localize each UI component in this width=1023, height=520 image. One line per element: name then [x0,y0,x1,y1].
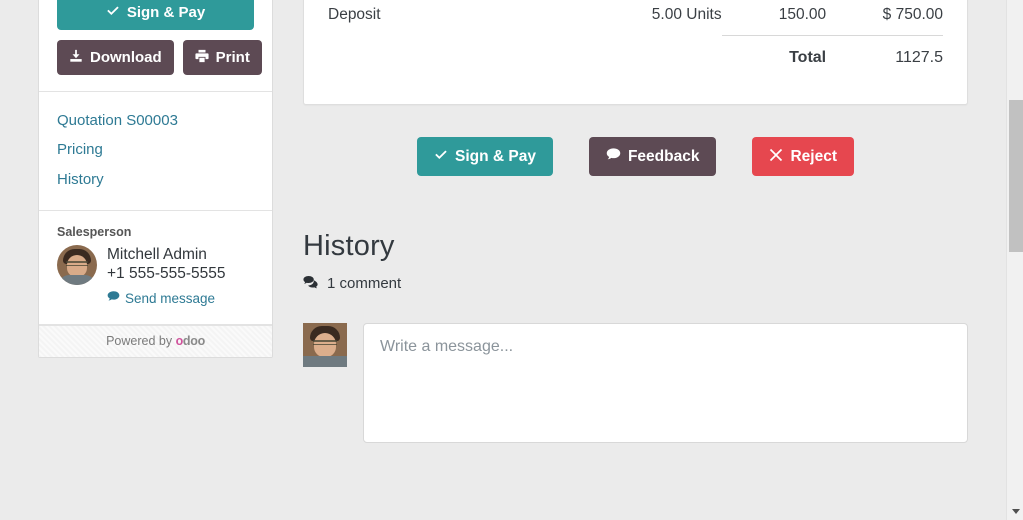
scrollbar-thumb[interactable] [1009,100,1023,252]
print-button[interactable]: Print [182,40,262,75]
order-lines-card: Virtual Interior Design 10.00 Hours 30.7… [303,0,968,105]
salesperson-avatar [57,244,97,285]
table-row: Deposit 5.00 Units 150.00 $ 750.00 [328,0,943,36]
avatar [303,322,347,367]
comment-count: 1 comment [303,275,968,293]
line-amount: $ 750.00 [826,0,943,36]
feedback-label: Feedback [627,147,700,165]
chat-bubble-icon [107,290,120,306]
total-label: Total [721,35,827,78]
send-message-label: Send message [125,290,216,306]
order-actions: Sign & Pay Feedback Reject [303,137,968,176]
message-input[interactable] [363,322,968,443]
powered-by-odoo[interactable]: Powered by odoo [39,325,272,358]
reject-button[interactable]: Reject [752,137,854,176]
close-icon [769,148,783,166]
powered-by-text: Powered by [106,334,173,349]
order-total-row: Total 1127.5 [328,35,943,78]
order-lines-table: Virtual Interior Design 10.00 Hours 30.7… [328,0,943,78]
odoo-logo-first-letter: o [175,334,184,349]
page-title: History [303,229,395,262]
comment-count-label: 1 comment [327,275,402,292]
print-label: Print [215,49,250,66]
sidebar-item-pricing[interactable]: Pricing [57,135,254,164]
send-message-link[interactable]: Send message [107,290,215,306]
line-name: Deposit [328,0,593,36]
salesperson-details: Mitchell Admin +1 555-555-5555 Send mess… [107,245,226,308]
main-column: Virtual Interior Design 10.00 Hours 30.7… [303,0,968,443]
salesperson-name: Mitchell Admin [107,245,207,263]
download-button[interactable]: Download [57,40,174,75]
sign-and-pay-label: Sign & Pay [454,147,536,165]
portal-page: Sign & Pay Download Print Quotation S000… [0,0,1023,520]
sidebar-secondary-actions: Download Print [57,40,262,75]
download-icon [69,49,83,66]
odoo-logo-rest: doo [182,334,205,349]
feedback-button[interactable]: Feedback [588,137,717,176]
salesperson-phone: +1 555-555-5555 [107,265,226,283]
print-icon [195,49,209,66]
odoo-logo: odoo [175,334,206,349]
sign-and-pay-button[interactable]: Sign & Pay [416,137,553,176]
sidebar-actions-section: Sign & Pay Download Print [39,0,272,92]
download-label: Download [90,49,162,66]
sidebar-sign-and-pay-button[interactable]: Sign & Pay [57,0,254,30]
salesperson-section: Salesperson Mitchell Admin +1 555-555-55… [39,211,272,326]
salesperson-label: Salesperson [57,224,132,239]
line-unit-price: 150.00 [721,0,827,36]
check-icon [106,4,120,21]
message-composer [303,322,968,443]
page-left-gutter [0,0,38,520]
sidebar-nav-section: Quotation S00003 Pricing History [39,92,272,211]
scroll-down-arrow-icon[interactable] [1007,503,1023,520]
sidebar-item-history[interactable]: History [57,165,254,194]
chat-bubble-icon [606,147,621,166]
total-value: 1127.5 [826,35,943,78]
sidebar-card: Sign & Pay Download Print Quotation S000… [38,0,273,359]
reject-label: Reject [790,147,837,165]
check-icon [434,148,448,166]
sidebar-sign-and-pay-label: Sign & Pay [126,4,206,21]
sidebar-item-quotation[interactable]: Quotation S00003 [57,106,254,135]
line-qty: 5.00 Units [592,0,722,36]
vertical-scrollbar[interactable] [1006,0,1023,520]
comments-icon [303,275,320,293]
